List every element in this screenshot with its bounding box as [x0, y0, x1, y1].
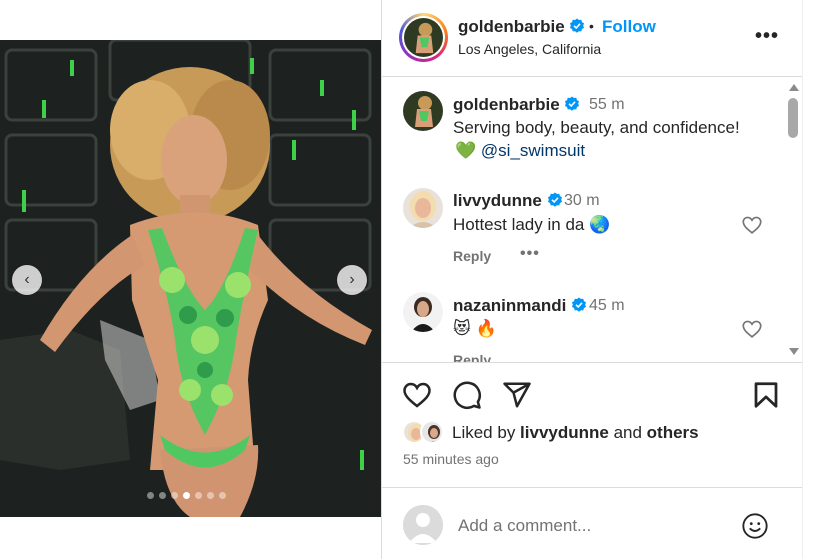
- chevron-right-icon: ›: [349, 271, 355, 288]
- current-user-avatar: [403, 505, 443, 545]
- verified-badge-icon: [570, 18, 585, 33]
- add-comment-bar: [382, 487, 803, 559]
- caption-username-text[interactable]: goldenbarbie: [453, 95, 560, 114]
- comment-text: Hottest lady in da 🌏: [453, 215, 611, 234]
- bookmark-icon[interactable]: [751, 380, 781, 410]
- post-photo[interactable]: [0, 40, 381, 517]
- comment-avatar[interactable]: [403, 188, 443, 228]
- author-avatar[interactable]: [399, 13, 448, 62]
- comment-text: 😻 🔥: [453, 319, 497, 338]
- caption-text: Serving body, beauty, and confidence!: [453, 118, 740, 137]
- caption-time[interactable]: 55 m: [589, 96, 625, 114]
- post-header: goldenbarbie • Follow Los Angeles, Calif…: [382, 0, 803, 77]
- scrollbar-thumb[interactable]: [788, 98, 798, 138]
- comment-username-text[interactable]: nazaninmandi: [453, 296, 566, 315]
- author-username[interactable]: goldenbarbie: [458, 17, 585, 37]
- liked-by-avatars[interactable]: [402, 420, 450, 446]
- comment-username[interactable]: nazaninmandi: [453, 296, 587, 316]
- share-icon[interactable]: [502, 380, 532, 410]
- comment-icon[interactable]: [452, 380, 482, 410]
- heart-icon[interactable]: [402, 380, 432, 410]
- carousel-dot: [159, 492, 166, 499]
- post-side-panel: goldenbarbie • Follow Los Angeles, Calif…: [381, 0, 803, 559]
- liked-avatar: [420, 420, 444, 444]
- verified-badge-icon: [565, 96, 580, 111]
- reply-button[interactable]: Reply: [453, 248, 491, 264]
- carousel-prev-button[interactable]: ‹: [12, 265, 42, 295]
- comment-username-text[interactable]: livvydunne: [453, 191, 542, 210]
- carousel-next-button[interactable]: ›: [337, 265, 367, 295]
- comment-avatar[interactable]: [403, 292, 443, 332]
- reply-button[interactable]: Reply: [453, 352, 491, 362]
- photo-illustration: [0, 40, 381, 517]
- carousel-indicator: [147, 492, 226, 499]
- liked-by-others-link[interactable]: others: [647, 423, 699, 442]
- verified-badge-icon: [547, 192, 562, 207]
- comment-time[interactable]: 45 m: [589, 297, 625, 315]
- liked-by-text: Liked by livvydunne and others: [452, 423, 699, 443]
- post-location[interactable]: Los Angeles, California: [458, 41, 601, 57]
- liked-by-and: and: [608, 423, 647, 442]
- mention-link[interactable]: @si_swimsuit: [481, 141, 585, 160]
- carousel-dot: [207, 492, 214, 499]
- liked-by-user-link[interactable]: livvydunne: [520, 423, 609, 442]
- caption-avatar[interactable]: [403, 91, 443, 131]
- comment-like-heart-icon[interactable]: [741, 318, 763, 340]
- follow-button[interactable]: Follow: [602, 17, 656, 37]
- green-heart-emoji: 💚: [455, 141, 477, 160]
- comments-scrollbar[interactable]: [786, 84, 800, 360]
- carousel-dot: [171, 492, 178, 499]
- caption-username[interactable]: goldenbarbie: [453, 95, 580, 115]
- post-timestamp[interactable]: 55 minutes ago: [403, 451, 499, 467]
- author-avatar-image: [404, 18, 443, 57]
- carousel-dot: [219, 492, 226, 499]
- scroll-up-arrow-icon[interactable]: [789, 84, 799, 91]
- author-username-text[interactable]: goldenbarbie: [458, 17, 565, 36]
- smiley-icon[interactable]: [741, 512, 769, 540]
- comment-like-heart-icon[interactable]: [741, 214, 763, 236]
- liked-by-prefix: Liked by: [452, 423, 521, 442]
- post-media: ‹ ›: [0, 0, 381, 559]
- comment-username[interactable]: livvydunne: [453, 191, 563, 211]
- comments-list: goldenbarbie 55 m Serving body, beauty, …: [382, 78, 803, 363]
- carousel-dot: [195, 492, 202, 499]
- add-comment-input[interactable]: [458, 514, 728, 538]
- carousel-dot: [183, 492, 190, 499]
- chevron-left-icon: ‹: [24, 271, 30, 288]
- more-options-icon[interactable]: •••: [755, 25, 779, 48]
- comment-options-icon[interactable]: •••: [520, 245, 540, 263]
- caption-second-line: 💚 @si_swimsuit: [455, 141, 585, 161]
- header-separator: •: [589, 18, 594, 34]
- window-edge: [802, 0, 821, 559]
- scroll-down-arrow-icon[interactable]: [789, 348, 799, 355]
- post-actions: Liked by livvydunne and others 55 minute…: [382, 363, 803, 483]
- verified-badge-icon: [572, 297, 587, 312]
- carousel-dot: [147, 492, 154, 499]
- comment-time[interactable]: 30 m: [564, 192, 600, 210]
